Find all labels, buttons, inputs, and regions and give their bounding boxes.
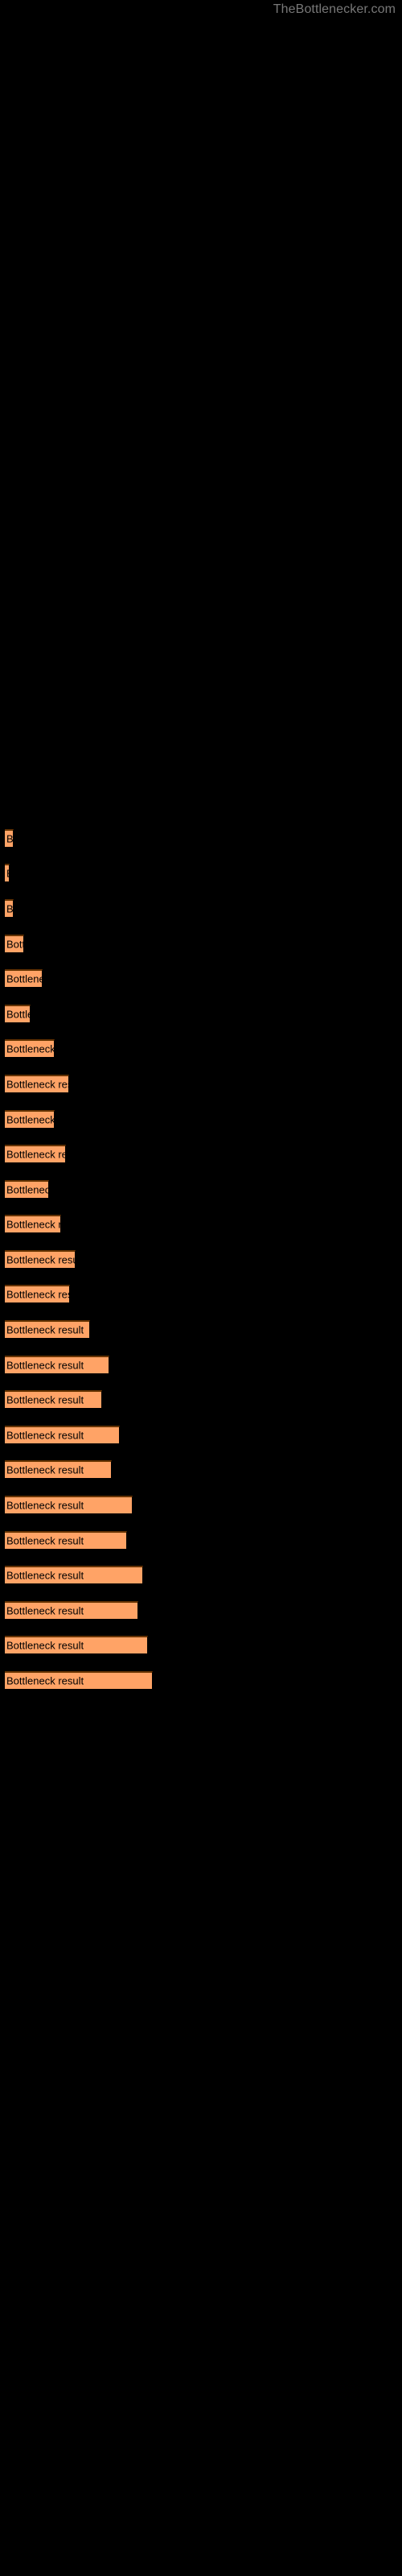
chart-bar[interactable]: Bottleneck result xyxy=(5,864,10,882)
chart-bar[interactable]: Bottleneck result xyxy=(5,1215,61,1233)
chart-bar[interactable]: Bottleneck result xyxy=(5,1426,120,1444)
chart-bar[interactable]: Bottleneck result xyxy=(5,899,14,918)
chart-bar-label: Bottleneck result xyxy=(6,1639,84,1652)
bar-row: Bottleneck result xyxy=(0,1356,402,1374)
chart-bar-label: Bottleneck result xyxy=(6,938,23,951)
chart-bar[interactable]: Bottleneck result xyxy=(5,1039,55,1058)
page-root: TheBottlenecker.com Bottleneck resultBot… xyxy=(0,0,402,2576)
chart-bar-label: Bottleneck result xyxy=(6,1604,84,1617)
bar-row: Bottleneck result xyxy=(0,829,402,848)
bar-row: Bottleneck result xyxy=(0,935,402,953)
chart-bar[interactable]: Bottleneck result xyxy=(5,1390,102,1409)
chart-bar[interactable]: Bottleneck result xyxy=(5,969,43,988)
chart-bar[interactable]: Bottleneck result xyxy=(5,1531,127,1550)
bar-row: Bottleneck result xyxy=(0,1215,402,1233)
chart-bar[interactable]: Bottleneck result xyxy=(5,1250,76,1269)
chart-bar[interactable]: Bottleneck result xyxy=(5,1005,31,1023)
bar-row: Bottleneck result xyxy=(0,1110,402,1129)
chart-bar-label: Bottleneck result xyxy=(6,902,14,915)
bar-row: Bottleneck result xyxy=(0,899,402,918)
bar-row: Bottleneck result xyxy=(0,1075,402,1093)
chart-bar-label: Bottleneck result xyxy=(6,1148,65,1161)
chart-bar-label: Bottleneck result xyxy=(6,1393,84,1406)
chart-bar[interactable]: Bottleneck result xyxy=(5,1320,90,1339)
bar-row: Bottleneck result xyxy=(0,1566,402,1584)
bar-row: Bottleneck result xyxy=(0,1180,402,1199)
chart-bar[interactable]: Bottleneck result xyxy=(5,1636,148,1654)
chart-bar-label: Bottleneck result xyxy=(6,832,14,845)
bar-row: Bottleneck result xyxy=(0,1039,402,1058)
chart-bar[interactable]: Bottleneck result xyxy=(5,1356,109,1374)
chart-bar[interactable]: Bottleneck result xyxy=(5,935,24,953)
bar-row: Bottleneck result xyxy=(0,1601,402,1620)
chart-bar-label: Bottleneck result xyxy=(6,1218,60,1231)
chart-bar-label: Bottleneck result xyxy=(6,1288,69,1301)
bar-row: Bottleneck result xyxy=(0,1531,402,1550)
bar-row: Bottleneck result xyxy=(0,1250,402,1269)
chart-bar-label: Bottleneck result xyxy=(6,1183,48,1196)
chart-bar[interactable]: Bottleneck result xyxy=(5,1145,66,1163)
bar-row: Bottleneck result xyxy=(0,1636,402,1654)
chart-bar-label: Bottleneck result xyxy=(6,1078,68,1091)
chart-bar-label: Bottleneck result xyxy=(6,1534,84,1547)
bar-row: Bottleneck result xyxy=(0,1005,402,1023)
chart-bar[interactable]: Bottleneck result xyxy=(5,1075,69,1093)
chart-bar-label: Bottleneck result xyxy=(6,1359,84,1372)
bar-row: Bottleneck result xyxy=(0,1671,402,1690)
chart-bar-label: Bottleneck result xyxy=(6,1499,84,1512)
chart-bar[interactable]: Bottleneck result xyxy=(5,1110,55,1129)
bar-row: Bottleneck result xyxy=(0,1320,402,1339)
bar-row: Bottleneck result xyxy=(0,1390,402,1409)
chart-bar-label: Bottleneck result xyxy=(6,1569,84,1582)
chart-bar[interactable]: Bottleneck result xyxy=(5,1671,153,1690)
chart-bar[interactable]: Bottleneck result xyxy=(5,1601,138,1620)
chart-bar-label: Bottleneck result xyxy=(6,1674,84,1687)
bar-row: Bottleneck result xyxy=(0,1426,402,1444)
bottleneck-bar-chart: Bottleneck result Bottleneck result Bottle… xyxy=(0,0,402,2576)
chart-bar-label: Bottleneck result xyxy=(6,1113,55,1126)
chart-bar-label: Bottleneck result xyxy=(6,1008,30,1021)
chart-bar-label: Bottleneck result xyxy=(6,1042,55,1055)
chart-bar-label: Bottleneck result xyxy=(6,1429,84,1442)
bar-row: Bottleneck result xyxy=(0,864,402,882)
chart-bar[interactable]: Bottleneck result xyxy=(5,1285,70,1303)
bar-row: Bottleneck result xyxy=(0,1460,402,1479)
chart-bar[interactable]: Bottleneck result xyxy=(5,1496,133,1514)
chart-bar[interactable]: Bottleneck result xyxy=(5,1180,49,1199)
chart-bar[interactable]: Bottleneck result xyxy=(5,1460,112,1479)
chart-bar-label: Bottleneck result xyxy=(6,972,42,985)
bar-row: Bottleneck result xyxy=(0,1285,402,1303)
bar-row: Bottleneck result xyxy=(0,969,402,988)
bar-row: Bottleneck result xyxy=(0,1145,402,1163)
chart-bar-label: Bottleneck result xyxy=(6,1323,84,1336)
chart-bar-label: Bottleneck result xyxy=(6,1463,84,1476)
chart-bar-label: Bottleneck result xyxy=(6,1253,75,1266)
bar-row: Bottleneck result xyxy=(0,1496,402,1514)
chart-bar-label: Bottleneck result xyxy=(6,868,9,879)
chart-bar[interactable]: Bottleneck result xyxy=(5,1566,143,1584)
chart-bar[interactable]: Bottleneck result xyxy=(5,829,14,848)
